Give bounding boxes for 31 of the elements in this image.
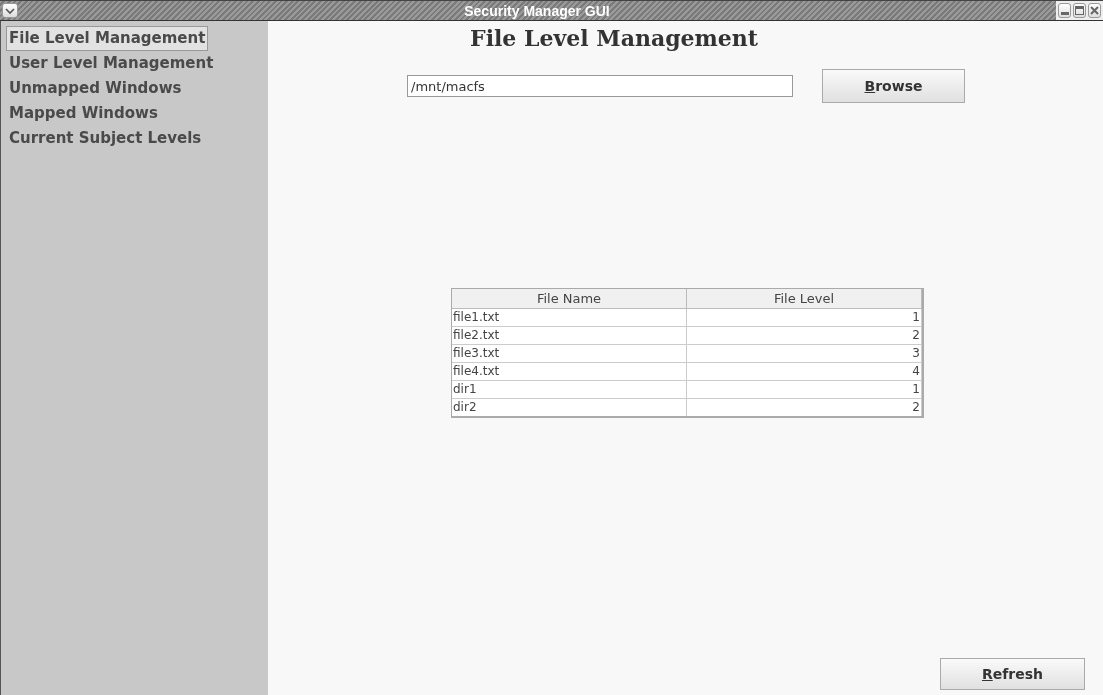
column-header[interactable]: File Level (687, 289, 922, 309)
table-cell: file4.txt (452, 363, 687, 381)
sidebar-item[interactable]: Mapped Windows (6, 101, 161, 126)
table-cell: 2 (687, 399, 922, 416)
maximize-button[interactable] (1073, 3, 1086, 18)
table-cell: 4 (687, 363, 922, 381)
table-cell: file1.txt (452, 309, 687, 327)
minimize-button[interactable] (1058, 3, 1071, 18)
column-header[interactable]: File Name (452, 289, 687, 309)
path-field[interactable]: /mnt/macfs (407, 75, 793, 97)
sidebar-item[interactable]: Unmapped Windows (6, 76, 185, 101)
browse-button[interactable]: Browse (822, 69, 965, 103)
window-menu-button[interactable] (2, 3, 18, 18)
table-cell: dir2 (452, 399, 687, 416)
table-cell: file3.txt (452, 345, 687, 363)
table-cell: file2.txt (452, 327, 687, 345)
table-cell: 2 (687, 327, 922, 345)
window-title: Security Manager GUI (463, 2, 611, 19)
table-cell: 3 (687, 345, 922, 363)
page-heading: File Level Management (470, 25, 758, 51)
close-button[interactable] (1088, 3, 1101, 18)
sidebar-item[interactable]: Current Subject Levels (6, 126, 205, 151)
table-cell: 1 (687, 381, 922, 399)
maximize-icon (1075, 6, 1084, 15)
sidebar-item[interactable]: File Level Management (6, 26, 209, 51)
chevron-down-icon (5, 6, 15, 15)
sidebar-item[interactable]: User Level Management (6, 51, 217, 76)
table-cell: dir1 (452, 381, 687, 399)
table-cell: 1 (687, 309, 922, 327)
refresh-button[interactable]: Refresh (940, 658, 1085, 690)
close-icon (1090, 6, 1099, 15)
